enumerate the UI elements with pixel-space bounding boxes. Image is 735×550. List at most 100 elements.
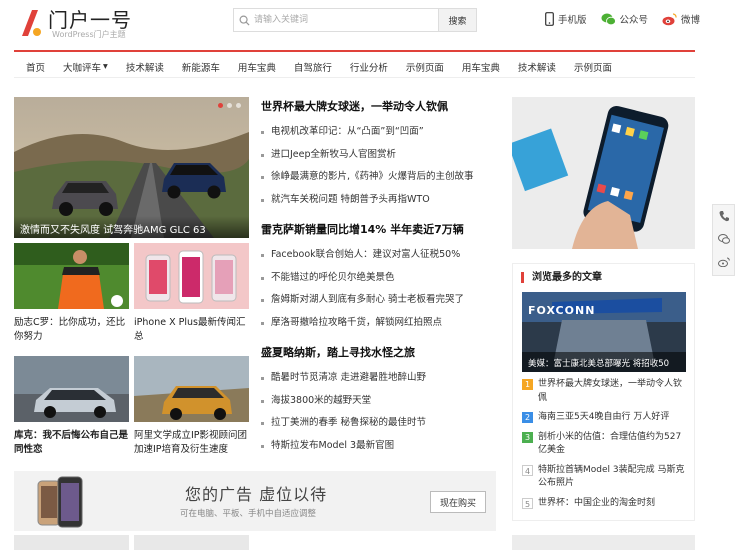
wechat-icon (601, 13, 616, 25)
site-subtitle: WordPress门户主题 (52, 30, 126, 39)
weibo-icon[interactable] (717, 257, 730, 270)
header-divider (14, 50, 695, 52)
news-item[interactable]: 酷暑时节觅清凉 走进避暑胜地醉山野 (261, 367, 501, 390)
popular-image[interactable]: FOXCONN 美媒：富士康北美总部曝光 将招收50 (522, 292, 686, 372)
search-icon (234, 9, 254, 31)
popular-item-text: 海南三亚5天4晚自由行 万人好评 (538, 412, 670, 422)
phone-icon[interactable] (719, 210, 729, 225)
news-item[interactable]: 特斯拉发布Model 3最新官图 (261, 435, 501, 458)
news-item[interactable]: 电视机改革印记：从“凸面”到“凹面” (261, 121, 501, 144)
search-bar: 搜索 (233, 8, 477, 32)
thumb-iphone[interactable] (134, 243, 249, 309)
sidebar-ad-image[interactable] (512, 97, 695, 249)
wechat-link[interactable]: 公众号 (601, 12, 649, 26)
phone-icon (545, 12, 554, 26)
thumb-caption[interactable]: 库克：我不后悔公布自己是同性恋 (14, 429, 129, 457)
popular-item-text: 世界杯最大牌女球迷，一举动令人钦佩 (538, 379, 683, 403)
weibo-link[interactable]: 微博 (662, 12, 700, 26)
chevron-down-icon: ▾ (103, 61, 108, 72)
popular-item[interactable]: 5 世界杯：中国企业的淘金时刻 (522, 497, 690, 511)
news-group: 雷克萨斯销量同比增14% 半年卖近7万辆 Facebook联合创始人：建议对富人… (261, 221, 501, 334)
phone-photo (512, 97, 695, 249)
mobile-link[interactable]: 手机版 (545, 12, 587, 26)
thumb-image (14, 243, 129, 309)
nav-item-sample[interactable]: 示例页面 (397, 60, 453, 74)
header-links: 手机版 公众号 微博 (545, 12, 700, 26)
hero-slider[interactable]: 激情而又不失风度 试驾奔驰AMG GLC 63 (14, 97, 249, 238)
floating-sidebar (712, 204, 735, 276)
nav-item-sample-2[interactable]: 示例页面 (565, 60, 621, 74)
wechat-link-label: 公众号 (619, 15, 649, 26)
wechat-icon[interactable] (717, 234, 730, 247)
thumb-caption[interactable]: 励志C罗：比你成功，还比你努力 (14, 316, 129, 344)
news-group: 世界杯最大牌女球迷，一举动令人钦佩 电视机改革印记：从“凸面”到“凹面” 进口J… (261, 98, 501, 211)
nav-item-guide[interactable]: 用车宝典 (229, 60, 285, 74)
news-item[interactable]: 徐峥最满意的影片,《药神》火爆背后的主创故事 (261, 166, 501, 189)
news-item[interactable]: 进口Jeep全新牧马人官图赏析 (261, 144, 501, 167)
weibo-link-label: 微博 (681, 15, 701, 26)
thumb-audi[interactable] (134, 356, 249, 422)
popular-item-text: 剖析小米的估值：合理估值约为527亿美金 (538, 431, 682, 456)
news-item[interactable]: 摩洛哥撤哈拉攻略千货，解锁网红拍照点 (261, 312, 501, 335)
thumb-image (14, 356, 129, 422)
popular-title: 浏览最多的文章 (521, 272, 602, 283)
headline[interactable]: 世界杯最大牌女球迷，一举动令人钦佩 (261, 98, 501, 114)
weibo-icon (662, 12, 677, 25)
popular-item[interactable]: 3 剖析小米的估值：合理估值约为527亿美金 (522, 431, 690, 458)
rank-badge: 1 (522, 379, 533, 390)
thumb-image (134, 243, 249, 309)
rank-badge: 3 (522, 431, 533, 443)
ad-subtitle: 可在电脑、平板、手机中自适应调整 (180, 509, 317, 519)
main-nav: 首页 大咖评车 ▾ 技术解读 新能源车 用车宝典 自驾旅行 行业分析 示例页面 用… (14, 56, 695, 78)
slider-dot[interactable] (227, 103, 232, 108)
nav-item-label: 大咖评车 (63, 62, 102, 74)
search-input[interactable] (254, 9, 438, 31)
nav-item-tech-2[interactable]: 技术解读 (509, 60, 565, 74)
next-row-thumb (134, 535, 249, 550)
foxconn-logo-text: FOXCONN (528, 304, 596, 317)
nav-item-new-energy[interactable]: 新能源车 (173, 60, 229, 74)
next-row-thumb (14, 535, 129, 550)
thumb-cook[interactable] (14, 356, 129, 422)
slider-dots (218, 103, 241, 108)
popular-list: 1 世界杯最大牌女球迷，一举动令人钦佩 2 海南三亚5天4晚自由行 万人好评 3… (522, 378, 690, 516)
thumb-ronaldo[interactable] (14, 243, 129, 309)
news-item[interactable]: 詹姆斯对湖人到底有多耐心 骑士老板看完哭了 (261, 289, 501, 312)
news-item[interactable]: 就汽车关税问题 特朗普予头再指WTO (261, 189, 501, 212)
news-item[interactable]: 不能错过的呼伦贝尔绝美景色 (261, 267, 501, 290)
popular-image-caption: 美媒：富士康北美总部曝光 将招收50 (528, 359, 670, 369)
news-item[interactable]: 拉丁美洲的春季 秘鲁探秘的最佳时节 (261, 412, 501, 435)
ad-title: 您的广告 虚位以待 (185, 485, 328, 504)
slider-dot[interactable] (236, 103, 241, 108)
hero-caption[interactable]: 激情而又不失风度 试驾奔驰AMG GLC 63 (14, 216, 249, 238)
nav-item-guide-2[interactable]: 用车宝典 (453, 60, 509, 74)
headline[interactable]: 雷克萨斯销量同比增14% 半年卖近7万辆 (261, 221, 501, 237)
nav-item-analysis[interactable]: 行业分析 (341, 60, 397, 74)
popular-item[interactable]: 2 海南三亚5天4晚自由行 万人好评 (522, 411, 690, 425)
thumb-caption[interactable]: iPhone X Plus最新传闻汇总 (134, 316, 249, 344)
slider-dot[interactable] (218, 103, 223, 108)
nav-item-travel[interactable]: 自驾旅行 (285, 60, 341, 74)
popular-item-text: 世界杯：中国企业的淘金时刻 (538, 497, 656, 508)
popular-articles: 浏览最多的文章 FOXCONN 美媒：富士康北美总部曝光 将招收50 1 世界杯… (512, 263, 695, 521)
thumb-image (134, 356, 249, 422)
news-group: 盛夏略纳斯，踏上寻找水怪之旅 酷暑时节觅清凉 走进避暑胜地醉山野 海拔3800米… (261, 344, 501, 457)
next-row-thumb (512, 535, 695, 550)
ad-banner[interactable]: 您的广告 虚位以待 可在电脑、平板、手机中自适应调整 现在购买 (14, 471, 496, 531)
logo-mark-icon (22, 10, 41, 36)
popular-item[interactable]: 4 特斯拉首辆Model 3装配完成 马斯克公布照片 (522, 464, 690, 491)
mobile-link-label: 手机版 (558, 15, 587, 26)
ad-phones-image (37, 476, 83, 528)
popular-item-text: 特斯拉首辆Model 3装配完成 马斯克公布照片 (538, 464, 685, 489)
thumb-caption[interactable]: 阿里文学成立IP影视顾问团 加速IP培育及衍生速度 (134, 429, 249, 457)
headline[interactable]: 盛夏略纳斯，踏上寻找水怪之旅 (261, 344, 501, 360)
buy-now-button[interactable]: 现在购买 (430, 491, 486, 513)
news-item[interactable]: Facebook联合创始人：建议对富人征税50% (261, 244, 501, 267)
popular-item[interactable]: 1 世界杯最大牌女球迷，一举动令人钦佩 (522, 378, 690, 405)
news-item[interactable]: 海拔3800米的越野天堂 (261, 390, 501, 413)
rank-badge: 2 (522, 412, 533, 423)
nav-item-home[interactable]: 首页 (14, 60, 54, 74)
nav-item-tech[interactable]: 技术解读 (117, 60, 173, 74)
search-button[interactable]: 搜索 (438, 9, 476, 31)
nav-item-reviews[interactable]: 大咖评车 ▾ (54, 60, 117, 74)
